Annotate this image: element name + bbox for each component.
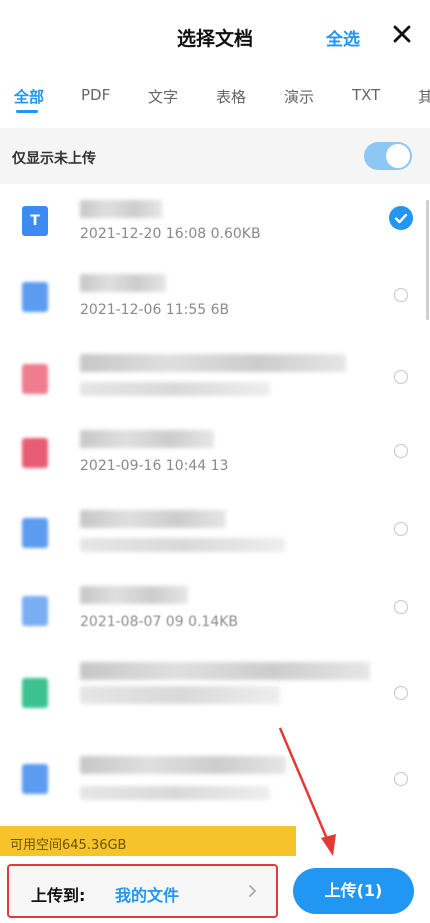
- file-name-redacted: [80, 430, 214, 448]
- list-item[interactable]: 2021-08-07 09 0.14KB: [0, 574, 430, 652]
- tab-txt[interactable]: TXT: [352, 86, 380, 104]
- file-meta: 2021-12-06 11:55 6B: [80, 302, 230, 318]
- tab-all[interactable]: 全部: [14, 86, 44, 107]
- list-item[interactable]: 2021-09-16 10:44 13: [0, 418, 430, 496]
- file-name-redacted: [80, 586, 188, 604]
- chevron-right-icon: [249, 885, 256, 897]
- destination-label: 上传到:: [31, 886, 86, 905]
- tab-other[interactable]: 其: [418, 86, 430, 107]
- file-list: T 2021-12-20 16:08 0.60KB 2021-12-06 11:…: [0, 184, 430, 824]
- list-item[interactable]: [0, 496, 430, 574]
- tab-pdf[interactable]: PDF: [81, 86, 110, 104]
- file-meta: 2021-12-20 16:08 0.60KB: [80, 226, 261, 242]
- document-icon: [22, 596, 48, 626]
- upload-destination-selector[interactable]: 上传到: 我的文件: [7, 864, 278, 918]
- document-icon: T: [22, 206, 48, 236]
- list-item[interactable]: T 2021-12-20 16:08 0.60KB: [0, 184, 430, 262]
- scrollbar[interactable]: [426, 200, 429, 320]
- radio-unchecked[interactable]: [394, 444, 408, 458]
- file-meta: 2021-09-16 10:44 13: [80, 458, 229, 474]
- file-meta-redacted: [80, 538, 285, 552]
- close-icon[interactable]: [390, 22, 414, 46]
- file-name-redacted: [80, 756, 286, 774]
- radio-unchecked[interactable]: [394, 600, 408, 614]
- file-name-redacted: [80, 200, 162, 218]
- available-space-text: 可用空间645.36GB: [10, 838, 127, 853]
- list-item[interactable]: [0, 652, 430, 740]
- pdf-icon: [22, 364, 48, 394]
- radio-unchecked[interactable]: [394, 772, 408, 786]
- header: 选择文档 全选: [0, 0, 430, 72]
- pdf-icon: [22, 438, 48, 468]
- file-meta-redacted: [80, 786, 270, 800]
- file-name-redacted: [80, 354, 346, 372]
- show-unuploaded-toggle[interactable]: [364, 142, 412, 170]
- file-meta-redacted: [80, 382, 270, 396]
- select-all-button[interactable]: 全选: [326, 25, 360, 50]
- radio-unchecked[interactable]: [394, 288, 408, 302]
- checked-icon[interactable]: [389, 206, 413, 230]
- file-name-redacted: [80, 274, 166, 292]
- list-item[interactable]: [0, 740, 430, 818]
- tab-sheet[interactable]: 表格: [216, 86, 246, 107]
- file-meta-redacted: [80, 686, 280, 704]
- list-item[interactable]: [0, 340, 430, 418]
- page-title: 选择文档: [176, 28, 253, 50]
- file-name-redacted: [80, 662, 370, 680]
- document-icon: [22, 282, 48, 312]
- tab-presentation[interactable]: 演示: [284, 86, 314, 107]
- toggle-knob: [386, 144, 410, 168]
- list-item[interactable]: 2021-12-06 11:55 6B: [0, 262, 430, 340]
- radio-unchecked[interactable]: [394, 686, 408, 700]
- sheet-icon: [22, 678, 48, 708]
- bottom-bar: 上传到: 我的文件 上传(1): [0, 856, 430, 923]
- file-meta: 2021-08-07 09 0.14KB: [80, 614, 239, 630]
- file-name-redacted: [80, 510, 226, 528]
- upload-button[interactable]: 上传(1): [293, 868, 414, 914]
- document-icon: [22, 518, 48, 548]
- filter-label: 仅显示未上传: [12, 151, 96, 167]
- active-tab-indicator: [16, 110, 38, 113]
- document-icon: [22, 764, 48, 794]
- radio-unchecked[interactable]: [394, 370, 408, 384]
- file-type-tabs: 全部 PDF 文字 表格 演示 TXT 其: [0, 72, 430, 122]
- radio-unchecked[interactable]: [394, 522, 408, 536]
- destination-value: 我的文件: [115, 886, 180, 905]
- tab-text[interactable]: 文字: [148, 86, 178, 107]
- storage-bar: 可用空间645.36GB: [0, 826, 296, 856]
- filter-bar: 仅显示未上传: [0, 128, 430, 184]
